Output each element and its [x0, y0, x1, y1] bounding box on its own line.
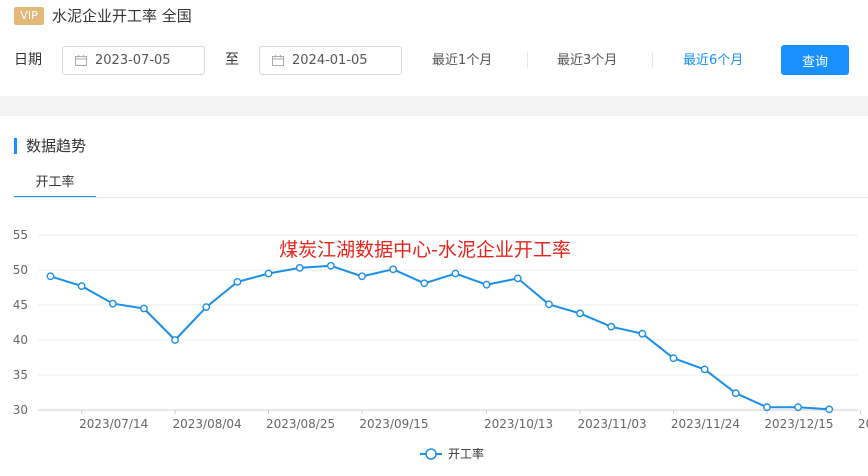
data-point[interactable]: [794, 403, 802, 412]
chart-gridlines: [38, 234, 858, 411]
x-tick-label: 2023/08/25: [266, 417, 335, 431]
data-point[interactable]: [451, 269, 460, 278]
end-date-field[interactable]: [259, 46, 402, 75]
data-point[interactable]: [669, 354, 678, 363]
calendar-icon: [75, 55, 87, 66]
data-point[interactable]: [171, 336, 180, 344]
query-button[interactable]: 查询: [781, 45, 849, 75]
y-tick-label: 40: [13, 333, 28, 347]
page-title: 水泥企业开工率 全国: [52, 7, 192, 25]
chart-series: [46, 261, 834, 414]
vip-badge: VIP: [14, 7, 44, 25]
y-tick-label: 55: [13, 228, 28, 242]
to-label: 至: [225, 52, 239, 68]
range-6-months-link[interactable]: 最近6个月: [683, 46, 743, 75]
data-point[interactable]: [420, 279, 429, 288]
series-line: [50, 264, 830, 411]
range-1-month-link[interactable]: 最近1个月: [432, 46, 492, 75]
legend-label[interactable]: 开工率: [448, 446, 484, 461]
data-point[interactable]: [638, 329, 647, 338]
data-point[interactable]: [700, 365, 709, 374]
data-point[interactable]: [326, 261, 335, 270]
data-point[interactable]: [295, 264, 304, 272]
range-divider: [652, 52, 653, 68]
x-tick-label: 2023/12/15: [764, 417, 833, 431]
data-point[interactable]: [763, 403, 771, 412]
start-date-field[interactable]: [62, 46, 205, 75]
data-point[interactable]: [607, 322, 616, 331]
x-tick-label: 2023/11/03: [577, 417, 646, 431]
data-point[interactable]: [108, 299, 117, 308]
data-point[interactable]: [264, 269, 273, 278]
y-tick-label: 50: [13, 263, 28, 277]
calendar-icon: [272, 55, 284, 66]
data-point[interactable]: [358, 272, 366, 281]
data-point[interactable]: [233, 278, 242, 286]
data-point[interactable]: [513, 274, 522, 283]
data-point[interactable]: [825, 405, 834, 414]
y-tick-label: 35: [13, 368, 28, 382]
legend-marker-icon: [425, 448, 437, 460]
operating-rate-chart: 30 35 40 45 50 55 2023/07/14 2023/08/04 2023/08/…: [13, 228, 868, 461]
date-label: 日期: [14, 52, 42, 68]
x-tick-label: 2023/11/24: [671, 417, 740, 431]
y-tick-label: 45: [13, 298, 28, 312]
x-tick-label: 2023/07/14: [79, 417, 148, 431]
end-date-input[interactable]: [292, 53, 392, 68]
chart-legend[interactable]: 开工率: [420, 446, 484, 461]
y-tick-label: 30: [13, 403, 28, 417]
data-point[interactable]: [77, 282, 86, 291]
x-tick-label: 2024/01/05: [858, 417, 868, 431]
range-3-months-link[interactable]: 最近3个月: [557, 46, 617, 75]
tab-operating-rate[interactable]: 开工率: [14, 172, 96, 198]
data-point[interactable]: [46, 272, 55, 281]
tab-underline: [14, 197, 868, 198]
data-point[interactable]: [389, 265, 398, 274]
chart-watermark-title: 煤炭江湖数据中心-水泥企业开工率: [279, 239, 571, 261]
data-point[interactable]: [482, 280, 491, 289]
data-point[interactable]: [576, 309, 584, 318]
x-tick-label: 2023/10/13: [484, 417, 553, 431]
x-tick-label: 2023/09/15: [359, 417, 428, 431]
data-point[interactable]: [731, 389, 740, 398]
range-divider: [527, 52, 528, 68]
data-point[interactable]: [202, 303, 211, 312]
data-point[interactable]: [545, 300, 553, 309]
start-date-input[interactable]: [95, 53, 195, 68]
section-accent-bar: [14, 138, 17, 154]
x-tick-label: 2023/08/04: [173, 417, 242, 431]
data-point[interactable]: [140, 304, 148, 313]
section-gap: [0, 96, 868, 116]
section-title: 数据趋势: [26, 137, 87, 155]
